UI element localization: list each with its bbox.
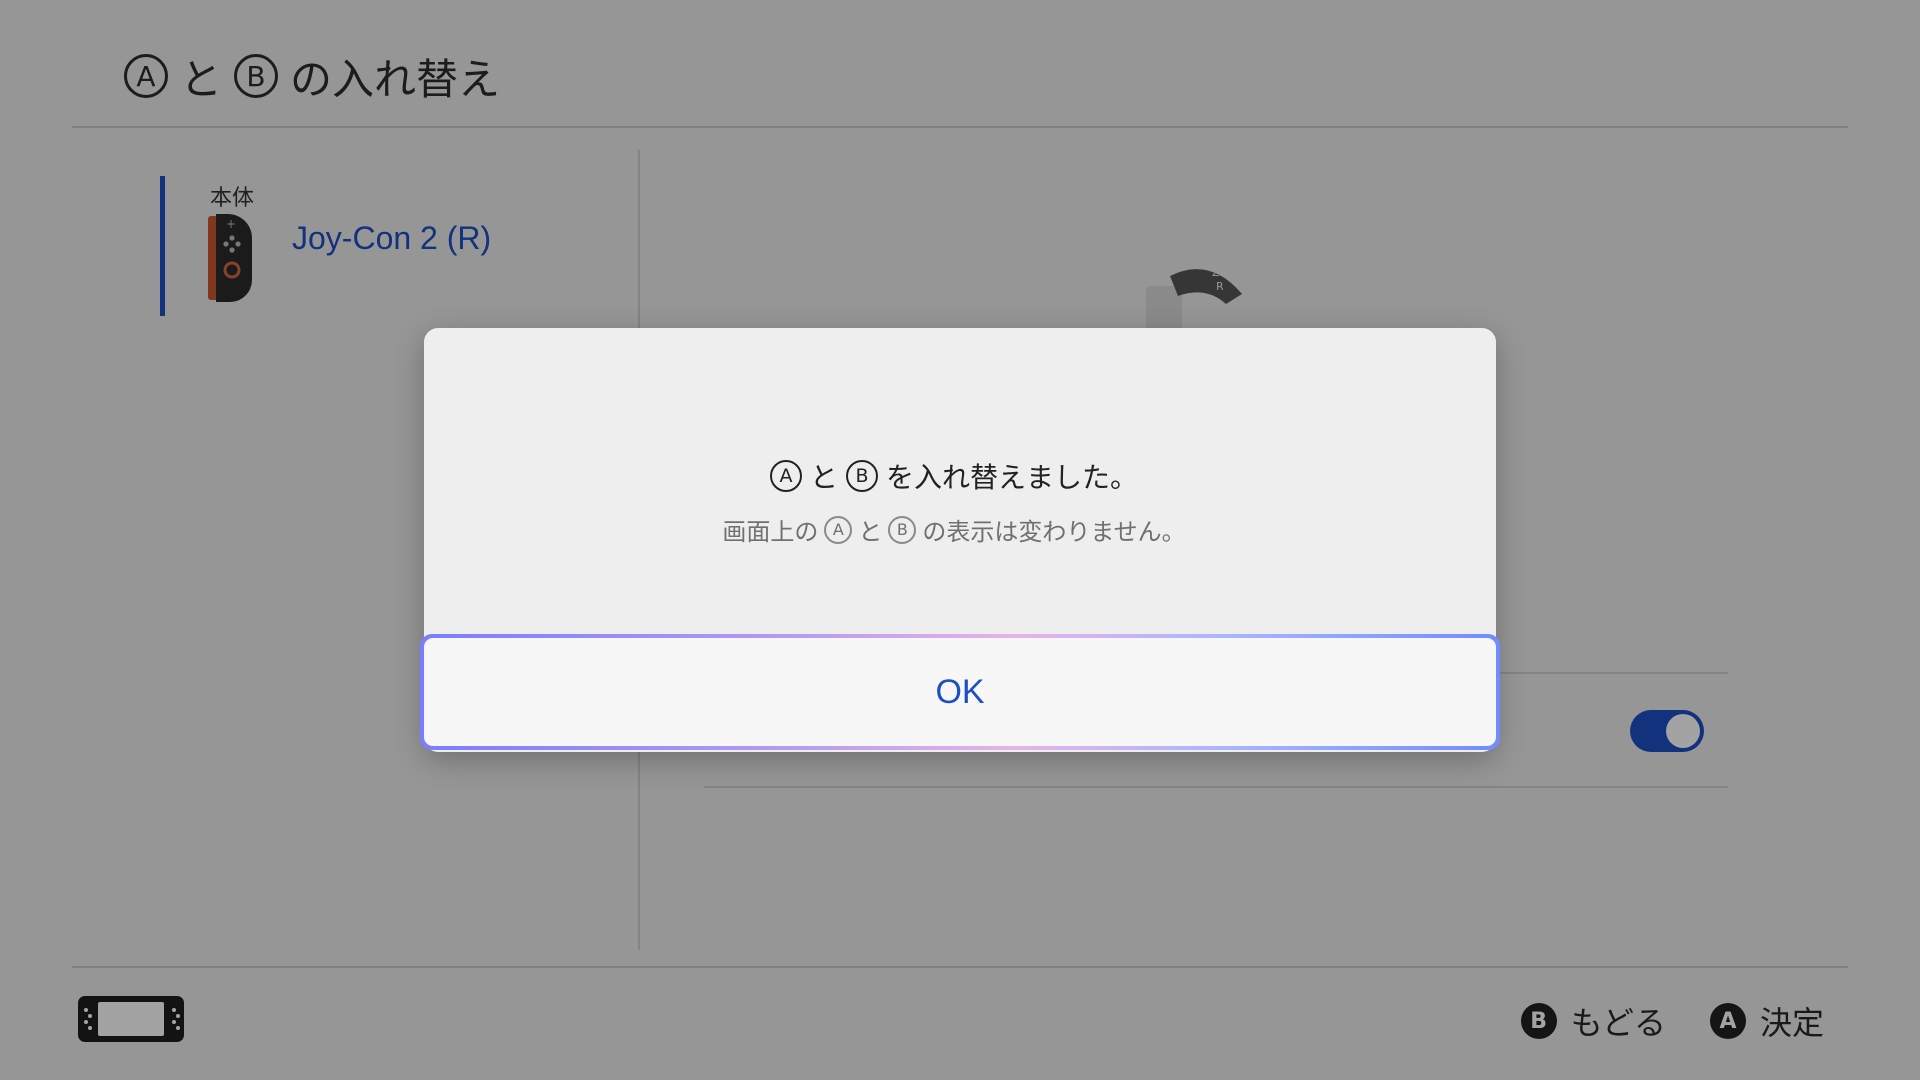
a-button-glyph: A <box>824 515 853 544</box>
ok-button[interactable]: OK <box>420 634 1500 750</box>
dialog-message: A と B を入れ替えました。 画面上の A と B の表示は変わりません。 <box>424 456 1496 547</box>
b-button-glyph: B <box>846 460 878 492</box>
message-text: を入れ替えました。 <box>886 461 1139 494</box>
dialog-message-primary: A と B を入れ替えました。 <box>412 456 1496 496</box>
confirmation-dialog: A と B を入れ替えました。 画面上の A と B の表示は変わりません。 O… <box>420 328 1500 752</box>
message-prefix: 画面上の <box>722 518 819 546</box>
message-text: の表示は変わりません。 <box>922 518 1186 546</box>
ok-button-label: OK <box>424 638 1496 746</box>
a-button-glyph: A <box>769 460 802 492</box>
b-button-glyph: B <box>888 515 917 544</box>
dialog-message-secondary: 画面上の A と B の表示は変わりません。 <box>412 512 1496 547</box>
message-to: と <box>809 461 838 494</box>
message-to: と <box>858 518 883 546</box>
screen: A と B の入れ替え 本体 + Joy-Con 2 (R) ZR R B もど… <box>0 0 1920 1080</box>
